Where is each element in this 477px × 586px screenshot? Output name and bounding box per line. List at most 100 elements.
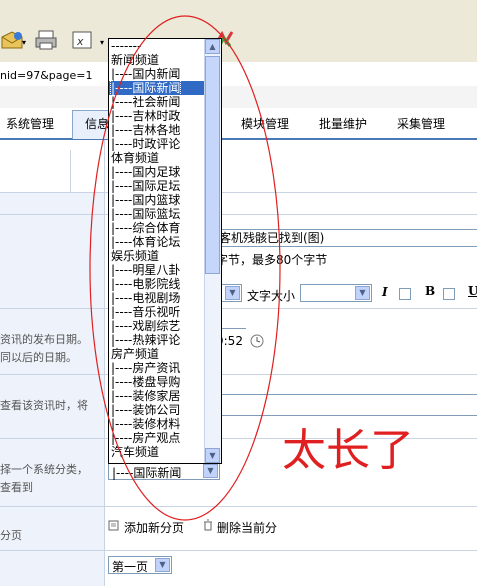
dropdown-option[interactable]: |----音乐视听 — [109, 305, 204, 319]
header-strip — [0, 86, 477, 108]
dropdown-option[interactable]: |----国内新闻 — [109, 67, 204, 81]
dropdown-option[interactable]: |----戏剧综艺 — [109, 319, 204, 333]
dropdown-option[interactable]: |----时政评论 — [109, 137, 204, 151]
dropdown-option-label: |----电影院线 — [111, 277, 181, 291]
trash-icon[interactable] — [202, 519, 214, 531]
dropdown-option[interactable]: 房产频道 — [109, 347, 204, 361]
dropdown-option-label: |----国内足球 — [111, 165, 181, 179]
row-line — [0, 374, 477, 375]
dropdown-option[interactable]: |----国际新闻 — [109, 80, 204, 96]
dropdown-option[interactable]: |----热辣评论 — [109, 333, 204, 347]
add-page-icon[interactable] — [108, 519, 120, 531]
form-header-row — [0, 140, 477, 192]
address-bar[interactable]: nid=97&page=1 — [0, 64, 477, 87]
dropdown-option-label: |----热辣评论 — [111, 333, 181, 347]
row-line — [0, 506, 477, 507]
scroll-up-icon[interactable]: ▲ — [205, 39, 220, 54]
date-hint-1: 资讯的发布日期。 — [0, 333, 88, 346]
dropdown-option[interactable]: |----国际足坛 — [109, 179, 204, 193]
annotation-text: 太长了 — [282, 425, 414, 476]
chevron-down-icon: ▼ — [155, 558, 170, 572]
add-page-button[interactable]: 添加新分页 — [124, 519, 184, 536]
dropdown-option-label: |----装修材料 — [111, 417, 181, 431]
dropdown-option-label: 新闻频道 — [111, 53, 160, 67]
tab-collect[interactable]: 采集管理 — [397, 115, 445, 132]
dropdown-option-label: |----明星八卦 — [111, 263, 181, 277]
clock-icon[interactable] — [250, 334, 264, 348]
chevron-down-icon: ▼ — [203, 464, 218, 478]
dropdown-option-label: |----国内篮球 — [111, 193, 181, 207]
chevron-down-icon: ▼ — [355, 286, 370, 300]
dropdown-option-label: |----戏剧综艺 — [111, 319, 181, 333]
dropdown-option[interactable]: 汽车频道 — [109, 445, 204, 459]
mail-dropdown-arrow-icon[interactable]: ▾ — [22, 38, 26, 47]
bold-checkbox[interactable] — [443, 288, 455, 300]
dropdown-option-label: |----国内新闻 — [111, 67, 181, 81]
dropdown-option[interactable]: |----楼盘导购 — [109, 375, 204, 389]
dropdown-scrollbar[interactable]: ▲ ▼ — [204, 39, 221, 463]
dropdown-option-label: |----体育论坛 — [111, 235, 181, 249]
dropdown-option[interactable]: 娱乐频道 — [109, 249, 204, 263]
dropdown-option-label: |----吉林时政 — [111, 109, 181, 123]
row-line — [0, 308, 477, 309]
dropdown-option-label: |----吉林各地 — [111, 123, 181, 137]
tab-system[interactable]: 系统管理 — [6, 115, 54, 132]
dropdown-option[interactable]: |----房产资讯 — [109, 361, 204, 375]
dropdown-option[interactable]: |----电影院线 — [109, 277, 204, 291]
dropdown-option[interactable]: 新闻频道 — [109, 53, 204, 67]
dropdown-option[interactable]: |----装修材料 — [109, 417, 204, 431]
title-value: 客机残骸已找到(图) — [219, 231, 325, 245]
dropdown-option-label: ------- — [111, 39, 142, 53]
tab-batch[interactable]: 批量维护 — [319, 115, 367, 132]
font-size-select[interactable]: ▼ — [300, 284, 372, 302]
dropdown-option[interactable]: |----明星八卦 — [109, 263, 204, 277]
dropdown-option-label: |----楼盘导购 — [111, 375, 181, 389]
dropdown-option[interactable]: ------- — [109, 39, 204, 53]
dropdown-option[interactable]: |----吉林时政 — [109, 109, 204, 123]
dropdown-option[interactable]: |----电视剧场 — [109, 291, 204, 305]
scroll-down-icon[interactable]: ▼ — [205, 448, 220, 463]
dropdown-option-label: |----国际足坛 — [111, 179, 181, 193]
font-size-label: 文字大小 — [247, 289, 296, 303]
delete-page-button[interactable]: 删除当前分 — [217, 519, 277, 536]
tab-modules[interactable]: 模块管理 — [241, 115, 289, 132]
category-hint-2: 查看到 — [0, 481, 33, 494]
dropdown-option-label: |----音乐视听 — [111, 305, 181, 319]
title-input[interactable]: 客机残骸已找到(图) — [216, 229, 477, 247]
category-dropdown-list[interactable]: ------- 新闻频道 |----国内新闻 |----国际新闻 |----社会新闻 |-… — [108, 38, 222, 464]
dropdown-option-label: |----国际新闻 — [109, 80, 182, 96]
dropdown-option[interactable]: |----装饰公司 — [109, 403, 204, 417]
dropdown-option[interactable]: |----国际篮坛 — [109, 207, 204, 221]
date-hint-2: 同以后的日期。 — [0, 351, 77, 364]
dropdown-option[interactable]: |----装修家居 — [109, 389, 204, 403]
dropdown-option[interactable]: 体育频道 — [109, 151, 204, 165]
italic-checkbox[interactable] — [399, 288, 411, 300]
excel-icon[interactable]: x — [70, 28, 96, 52]
category-select[interactable]: |----国际新闻 ▼ — [108, 462, 220, 480]
dropdown-option-label: |----房产资讯 — [111, 361, 181, 375]
header-divider — [70, 150, 71, 192]
dropdown-option-label: 体育频道 — [111, 151, 160, 165]
dropdown-option-label: |----时政评论 — [111, 137, 181, 151]
dropdown-option[interactable]: |----房产观点 — [109, 431, 204, 445]
dropdown-option[interactable]: |----综合体育 — [109, 221, 204, 235]
print-icon[interactable] — [33, 28, 59, 52]
scroll-thumb[interactable] — [205, 56, 220, 274]
address-url: nid=97&page=1 — [0, 69, 93, 82]
chevron-down-icon: ▼ — [225, 286, 240, 300]
row-line — [0, 214, 477, 215]
dropdown-option[interactable]: |----吉林各地 — [109, 123, 204, 137]
dropdown-option[interactable]: |----国内篮球 — [109, 193, 204, 207]
page-select-value: 第一页 — [112, 560, 149, 574]
dropdown-options: ------- 新闻频道 |----国内新闻 |----国际新闻 |----社会新闻 |-… — [109, 39, 204, 459]
underline-label: U — [468, 284, 477, 298]
dropdown-option[interactable]: |----国内足球 — [109, 165, 204, 179]
dropdown-option-label: |----社会新闻 — [111, 95, 181, 109]
dropdown-option[interactable]: |----社会新闻 — [109, 95, 204, 109]
tab-info[interactable]: 信息 — [85, 115, 109, 132]
excel-dropdown-arrow-icon[interactable]: ▾ — [100, 38, 104, 47]
dropdown-option[interactable]: |----体育论坛 — [109, 235, 204, 249]
view-input[interactable] — [216, 394, 477, 416]
dropdown-option-label: |----综合体育 — [111, 221, 181, 235]
page-select[interactable]: 第一页 ▼ — [108, 556, 172, 574]
